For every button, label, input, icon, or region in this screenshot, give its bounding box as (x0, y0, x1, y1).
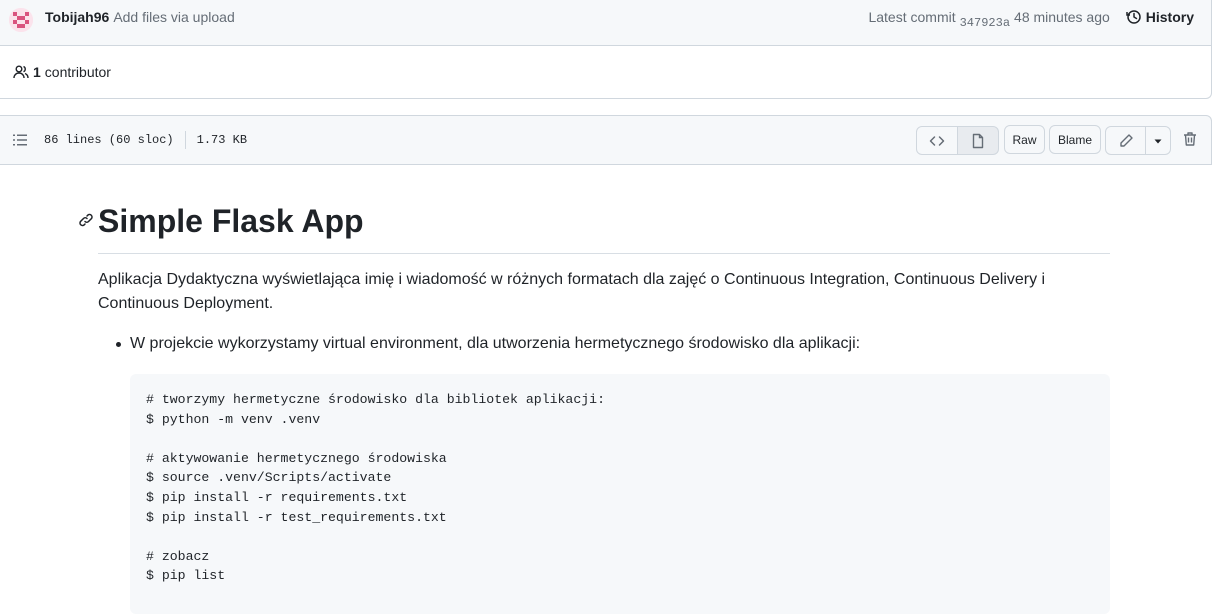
code-line: $ source .venv/Scripts/activate (146, 470, 392, 486)
edit-button[interactable] (1105, 126, 1146, 155)
link-icon (79, 213, 93, 227)
history-button[interactable]: History (1126, 9, 1194, 25)
code-line: # aktywowanie hermetycznego środowiska (146, 450, 447, 466)
file-line-count: 86 lines (60 sloc) (44, 133, 174, 147)
commit-message-link[interactable]: Add files via upload (113, 9, 234, 25)
edit-group (1105, 126, 1171, 155)
commit-sha-link[interactable]: 347923a (960, 16, 1010, 30)
code-line: # zobacz (146, 548, 210, 564)
readme-content: Simple Flask App Aplikacja Dydaktyczna w… (79, 200, 1110, 614)
code-line: $ pip install -r test_requirements.txt (146, 509, 447, 525)
code-view-button[interactable] (916, 126, 958, 155)
file-info: 86 lines (60 sloc) 1.73 KB (44, 131, 247, 149)
code-line: $ pip install -r requirements.txt (146, 489, 408, 505)
edit-dropdown-button[interactable] (1146, 126, 1171, 155)
code-block: # tworzymy hermetyczne środowisko dla bi… (130, 374, 1110, 614)
latest-commit-label: Latest commit (868, 8, 956, 25)
people-icon (13, 65, 29, 79)
triangle-down-icon (1154, 139, 1162, 143)
delete-button[interactable] (1182, 131, 1198, 152)
pencil-icon (1119, 133, 1133, 147)
commit-author-link[interactable]: Tobijah96 (45, 9, 109, 25)
blame-button[interactable]: Blame (1049, 125, 1101, 154)
history-label: History (1145, 8, 1194, 25)
raw-button[interactable]: Raw (1004, 125, 1045, 154)
contributor-label: contributor (44, 64, 111, 80)
readme-title: Simple Flask App (98, 200, 1110, 254)
raw-blame-group: Raw Blame (1004, 125, 1101, 154)
code-icon (929, 135, 945, 146)
trash-icon (1184, 132, 1196, 146)
list-icon[interactable] (12, 132, 28, 148)
history-icon (1126, 9, 1141, 24)
divider (184, 131, 186, 149)
readme-list: W projekcie wykorzystamy virtual environ… (98, 332, 1110, 356)
view-toggle (916, 126, 999, 155)
commit-time: 48 minutes ago (1014, 8, 1110, 25)
contributor-count: 1 (33, 64, 41, 80)
latest-commit-bar: Tobijah96 Add files via upload Latest co… (0, 0, 1212, 46)
readme-intro: Aplikacja Dydaktyczna wyświetlająca imię… (98, 271, 1046, 312)
code-line: $ pip list (146, 568, 226, 584)
file-size: 1.73 KB (196, 133, 248, 147)
preview-button[interactable] (958, 126, 999, 155)
file-icon (972, 133, 984, 148)
avatar[interactable] (9, 7, 33, 32)
contributors-bar[interactable]: 1 contributor (0, 46, 1212, 99)
code-line: # tworzymy hermetyczne środowisko dla bi… (146, 392, 605, 407)
list-item: W projekcie wykorzystamy virtual environ… (116, 332, 1110, 356)
heading-anchor-link[interactable] (78, 212, 94, 233)
code-line: $ python -m venv .venv (146, 411, 321, 427)
